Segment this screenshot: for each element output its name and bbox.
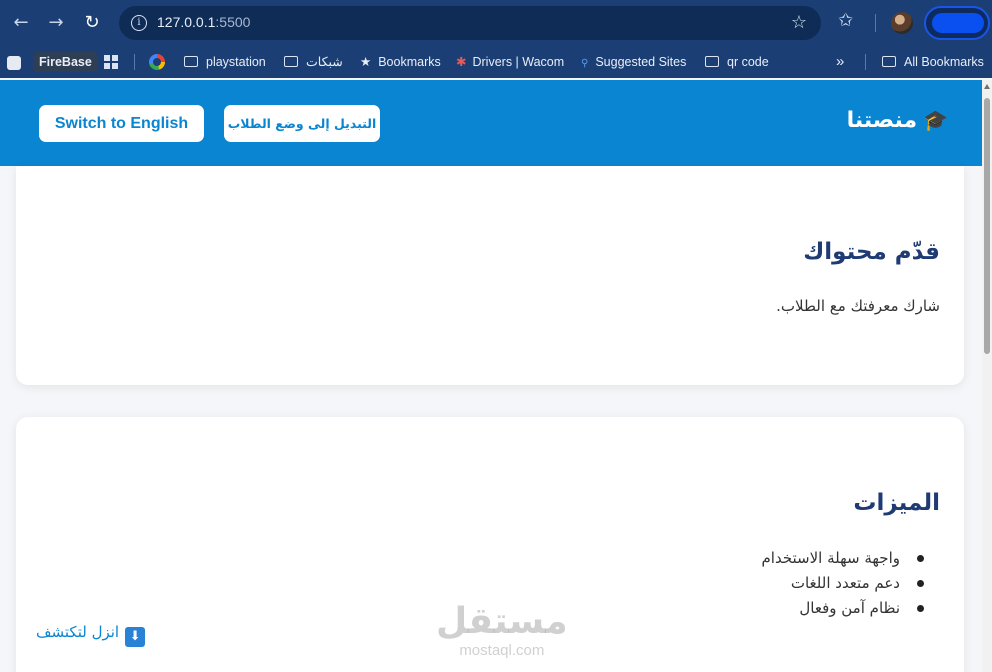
extensions-icon[interactable]: ✩	[838, 10, 853, 31]
bookmark-qr-code[interactable]: qr code	[705, 52, 769, 72]
toolbar-divider	[875, 14, 876, 32]
profile-button[interactable]	[924, 6, 990, 40]
tab-groups-icon[interactable]	[7, 56, 21, 70]
submit-content-card: قدّم محتواك شارك معرفتك مع الطلاب.	[16, 166, 964, 385]
list-item: واجهة سهلة الاستخدام	[762, 546, 925, 571]
scroll-down-hint[interactable]: ⬇ انزل لتكتشف	[36, 623, 146, 647]
features-list: واجهة سهلة الاستخدام دعم متعدد اللغات نظ…	[762, 546, 925, 621]
card-title: الميزات	[853, 490, 940, 516]
page-viewport: 🎓منصتنا التبديل إلى وضع الطلاب Switch to…	[0, 80, 982, 672]
bookmark-drivers-wacom[interactable]: ✱ Drivers | Wacom	[456, 52, 564, 72]
bookmark-playstation[interactable]: playstation	[184, 52, 266, 72]
site-header: 🎓منصتنا التبديل إلى وضع الطلاب Switch to…	[0, 80, 982, 166]
bookmark-suggested-sites[interactable]: ⚲ Suggested Sites	[581, 52, 686, 72]
bookmark-firebase[interactable]: FireBase	[33, 52, 98, 72]
google-icon[interactable]	[149, 54, 165, 70]
scroll-hint-text: انزل لتكتشف	[36, 623, 120, 641]
scroll-up-icon[interactable]	[984, 84, 990, 89]
student-mode-button[interactable]: التبديل إلى وضع الطلاب	[224, 105, 380, 142]
address-bar[interactable]: i 127.0.0.1:5500 ☆	[119, 6, 821, 40]
forward-icon[interactable]: →	[44, 11, 68, 35]
mostaql-watermark: مستقل mostaql.com	[436, 601, 568, 660]
card-title: قدّم محتواك	[803, 239, 940, 265]
page-scrollbar[interactable]	[982, 80, 992, 672]
url-text[interactable]: 127.0.0.1:5500	[157, 14, 250, 30]
bookmark-bookmarks[interactable]: ★ Bookmarks	[360, 52, 441, 72]
graduation-cap-icon: 🎓	[923, 108, 948, 132]
bookmarks-bar: FireBase playstation شبكات ★ Bookmarks ✱ D…	[0, 46, 992, 78]
reload-icon[interactable]: ↻	[80, 11, 104, 35]
site-info-icon[interactable]: i	[131, 15, 147, 31]
browser-toolbar: ← → ↻ i 127.0.0.1:5500 ☆ ✩	[0, 0, 992, 46]
star-icon: ★	[360, 55, 372, 69]
all-bookmarks[interactable]: All Bookmarks	[882, 52, 984, 72]
bookmark-star-icon[interactable]: ☆	[791, 12, 807, 33]
list-item: دعم متعدد اللغات	[762, 571, 925, 596]
wacom-icon: ✱	[456, 55, 467, 69]
bookmark-networks[interactable]: شبكات	[284, 52, 343, 72]
user-avatar[interactable]	[891, 12, 913, 34]
back-icon[interactable]: ←	[9, 11, 33, 35]
folder-icon	[284, 56, 298, 67]
bookmarks-divider	[865, 54, 866, 70]
apps-grid-icon[interactable]	[104, 55, 118, 69]
logo-text: منصتنا	[846, 108, 918, 133]
folder-icon	[184, 56, 198, 67]
search-icon: ⚲	[581, 58, 589, 69]
list-item: نظام آمن وفعال	[762, 596, 925, 621]
switch-language-button[interactable]: Switch to English	[39, 105, 204, 142]
bookmarks-overflow-icon[interactable]: »	[836, 52, 844, 72]
card-text: شارك معرفتك مع الطلاب.	[776, 297, 940, 315]
folder-icon	[705, 56, 719, 67]
bookmarks-divider	[134, 54, 135, 70]
down-arrow-icon: ⬇	[125, 627, 146, 647]
site-logo[interactable]: 🎓منصتنا	[847, 108, 948, 133]
folder-icon	[882, 56, 896, 67]
scroll-thumb[interactable]	[984, 98, 990, 354]
